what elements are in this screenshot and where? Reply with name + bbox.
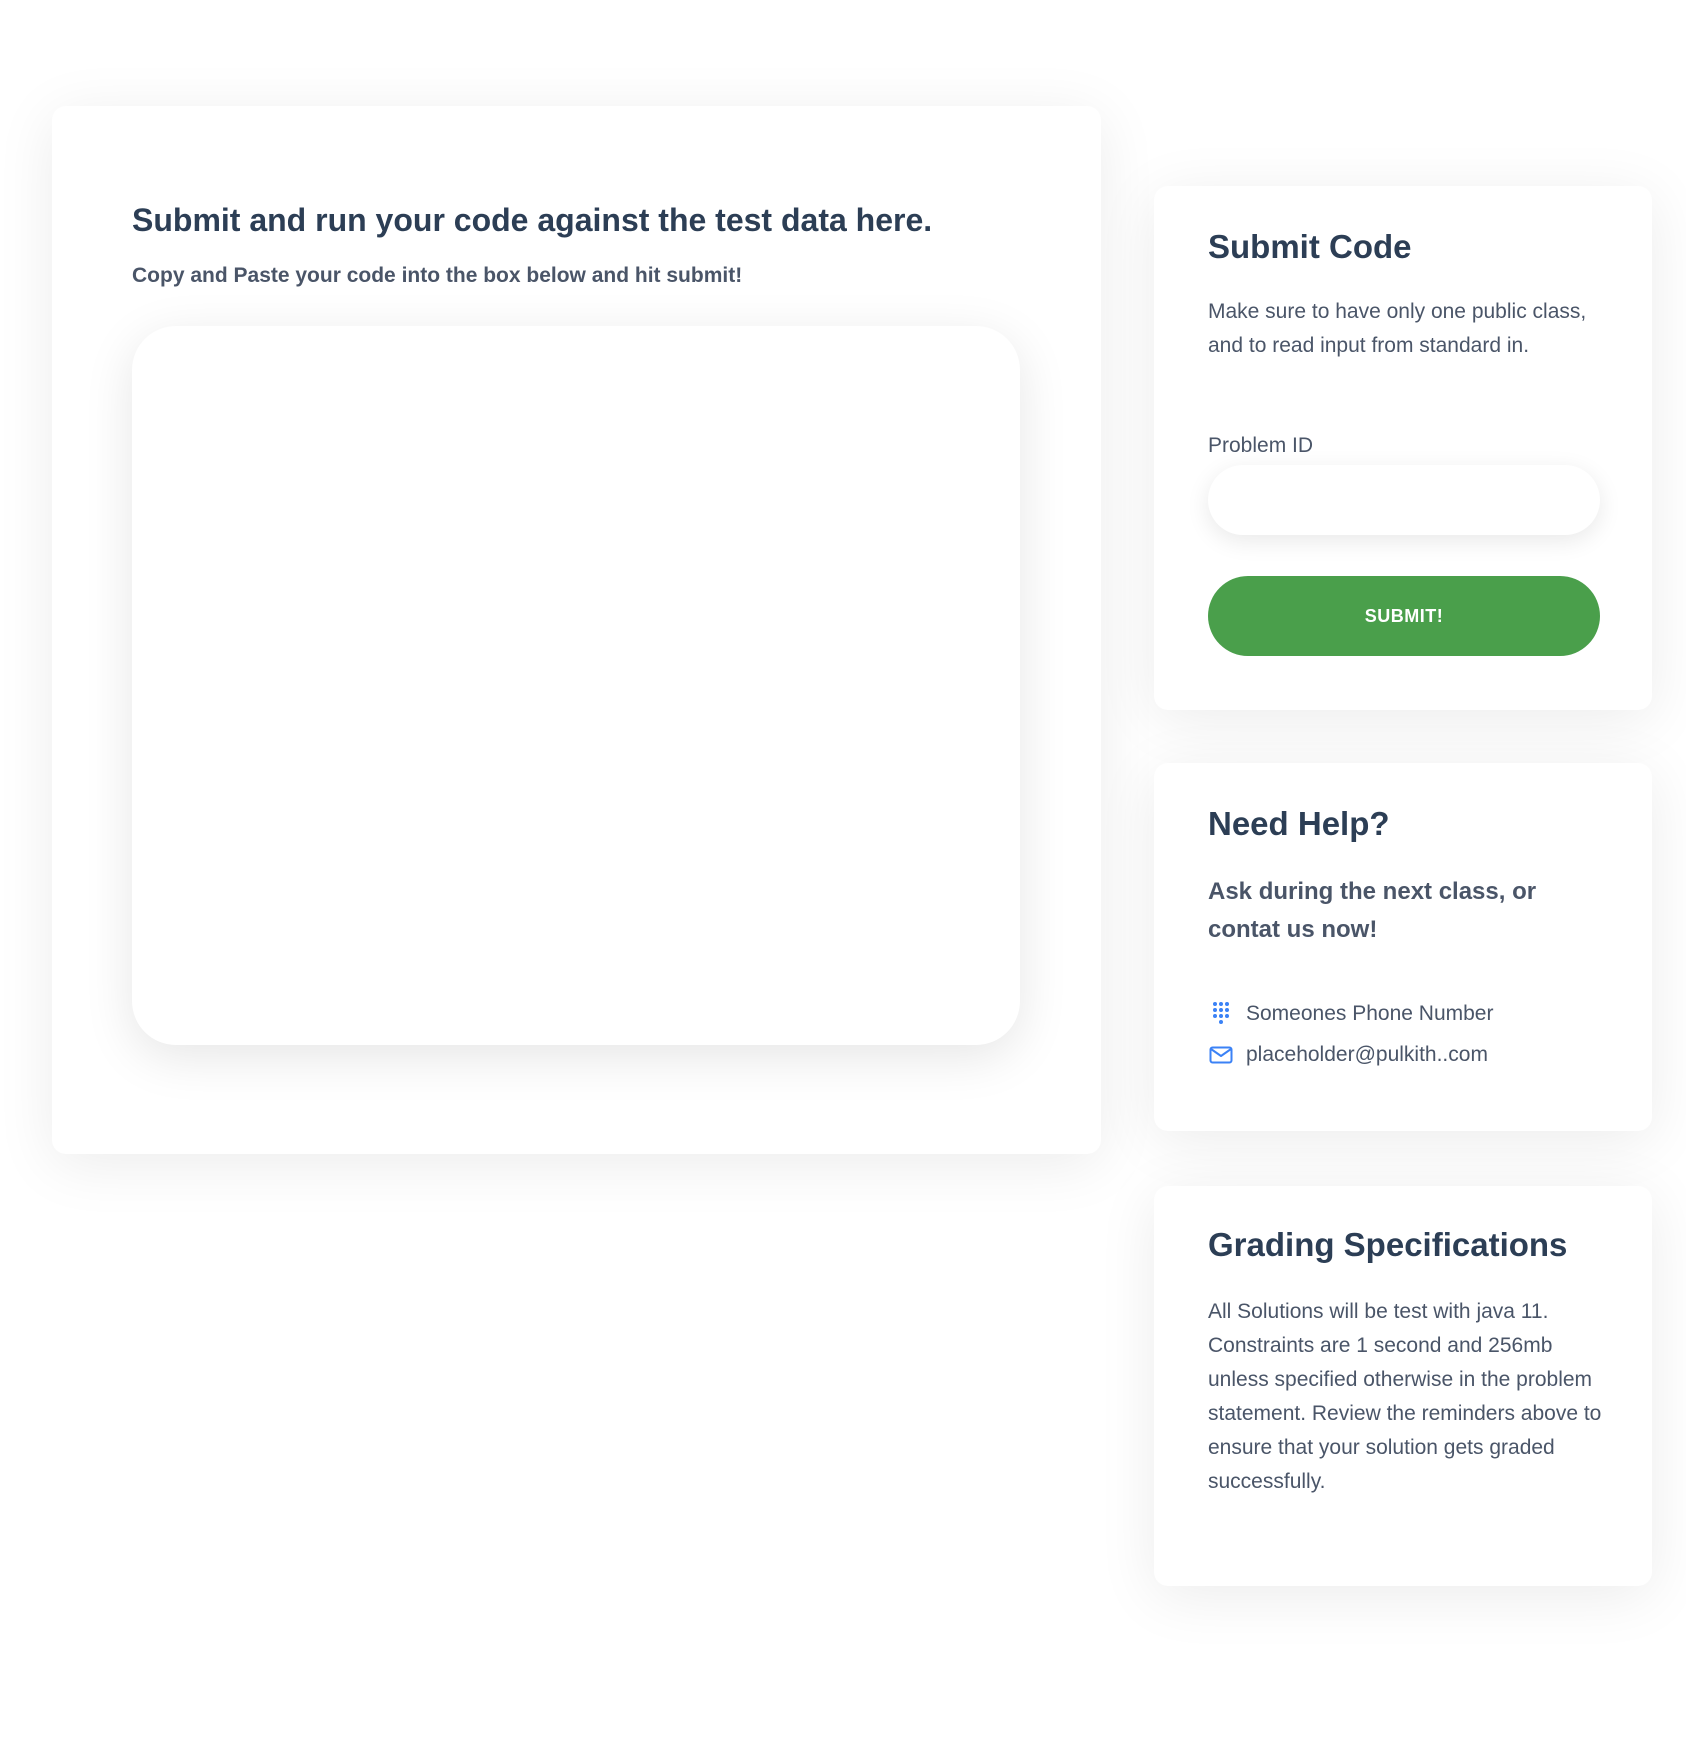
problem-id-input[interactable]: [1208, 465, 1600, 535]
page-title: Submit and run your code against the tes…: [132, 202, 933, 238]
submit-button[interactable]: SUBMIT!: [1208, 576, 1600, 656]
problem-id-label: Problem ID: [1208, 434, 1314, 457]
submit-code-description: Make sure to have only one public class,…: [1208, 300, 1587, 357]
email-link[interactable]: placeholder@pulkith..com: [1246, 1043, 1488, 1067]
code-input[interactable]: [132, 326, 1020, 1045]
dialpad-icon: [1208, 1001, 1234, 1027]
code-submission-card: Submit and run your code against the tes…: [52, 106, 1101, 1154]
need-help-card: Need Help? Ask during the next class, or…: [1154, 763, 1652, 1131]
submit-code-title: Submit Code: [1208, 228, 1412, 265]
email-contact-row[interactable]: placeholder@pulkith..com: [1208, 1042, 1488, 1068]
page-subtitle: Copy and Paste your code into the box be…: [132, 264, 743, 287]
need-help-lead: Ask during the next class, or contat us …: [1208, 878, 1537, 943]
need-help-title: Need Help?: [1208, 805, 1390, 842]
phone-contact-row: Someones Phone Number: [1208, 1001, 1493, 1027]
submit-code-card: Submit Code Make sure to have only one p…: [1154, 186, 1652, 710]
page: Submit and run your code against the tes…: [0, 0, 1686, 1754]
phone-number-text: Someones Phone Number: [1246, 1002, 1494, 1025]
grading-specifications-card: Grading Specifications All Solutions wil…: [1154, 1186, 1652, 1586]
mail-icon: [1208, 1042, 1234, 1068]
grading-specifications-title: Grading Specifications: [1208, 1226, 1568, 1263]
grading-specifications-text: All Solutions will be test with java 11.…: [1208, 1300, 1602, 1493]
